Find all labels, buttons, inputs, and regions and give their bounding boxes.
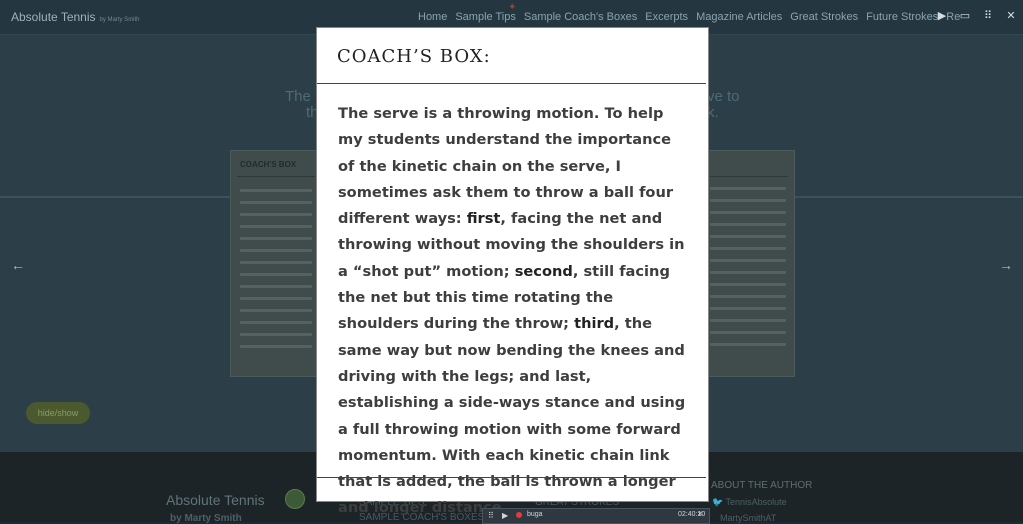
modal-bottom-rule <box>317 477 706 478</box>
modal-title-rule <box>317 83 706 84</box>
modal-text-part: The serve is a throwing motion. To help … <box>338 105 674 228</box>
modal-bold-first: first <box>466 210 501 228</box>
close-icon[interactable]: ✕ <box>697 510 703 518</box>
recording-name: buga <box>527 511 543 518</box>
record-icon[interactable] <box>516 512 522 518</box>
modal-bold-second: second <box>514 262 573 280</box>
modal-bold-third: third <box>574 315 615 333</box>
play-icon[interactable]: ▶ <box>502 511 508 520</box>
drag-handle-icon[interactable]: ⠿ <box>488 511 494 520</box>
modal-title: COACH’S BOX: <box>337 46 491 67</box>
coach-box-modal: COACH’S BOX: The serve is a throwing mot… <box>316 27 709 516</box>
modal-text-part: , the same way but now bending the knees… <box>338 315 686 517</box>
modal-body-text: The serve is a throwing motion. To help … <box>338 101 690 522</box>
